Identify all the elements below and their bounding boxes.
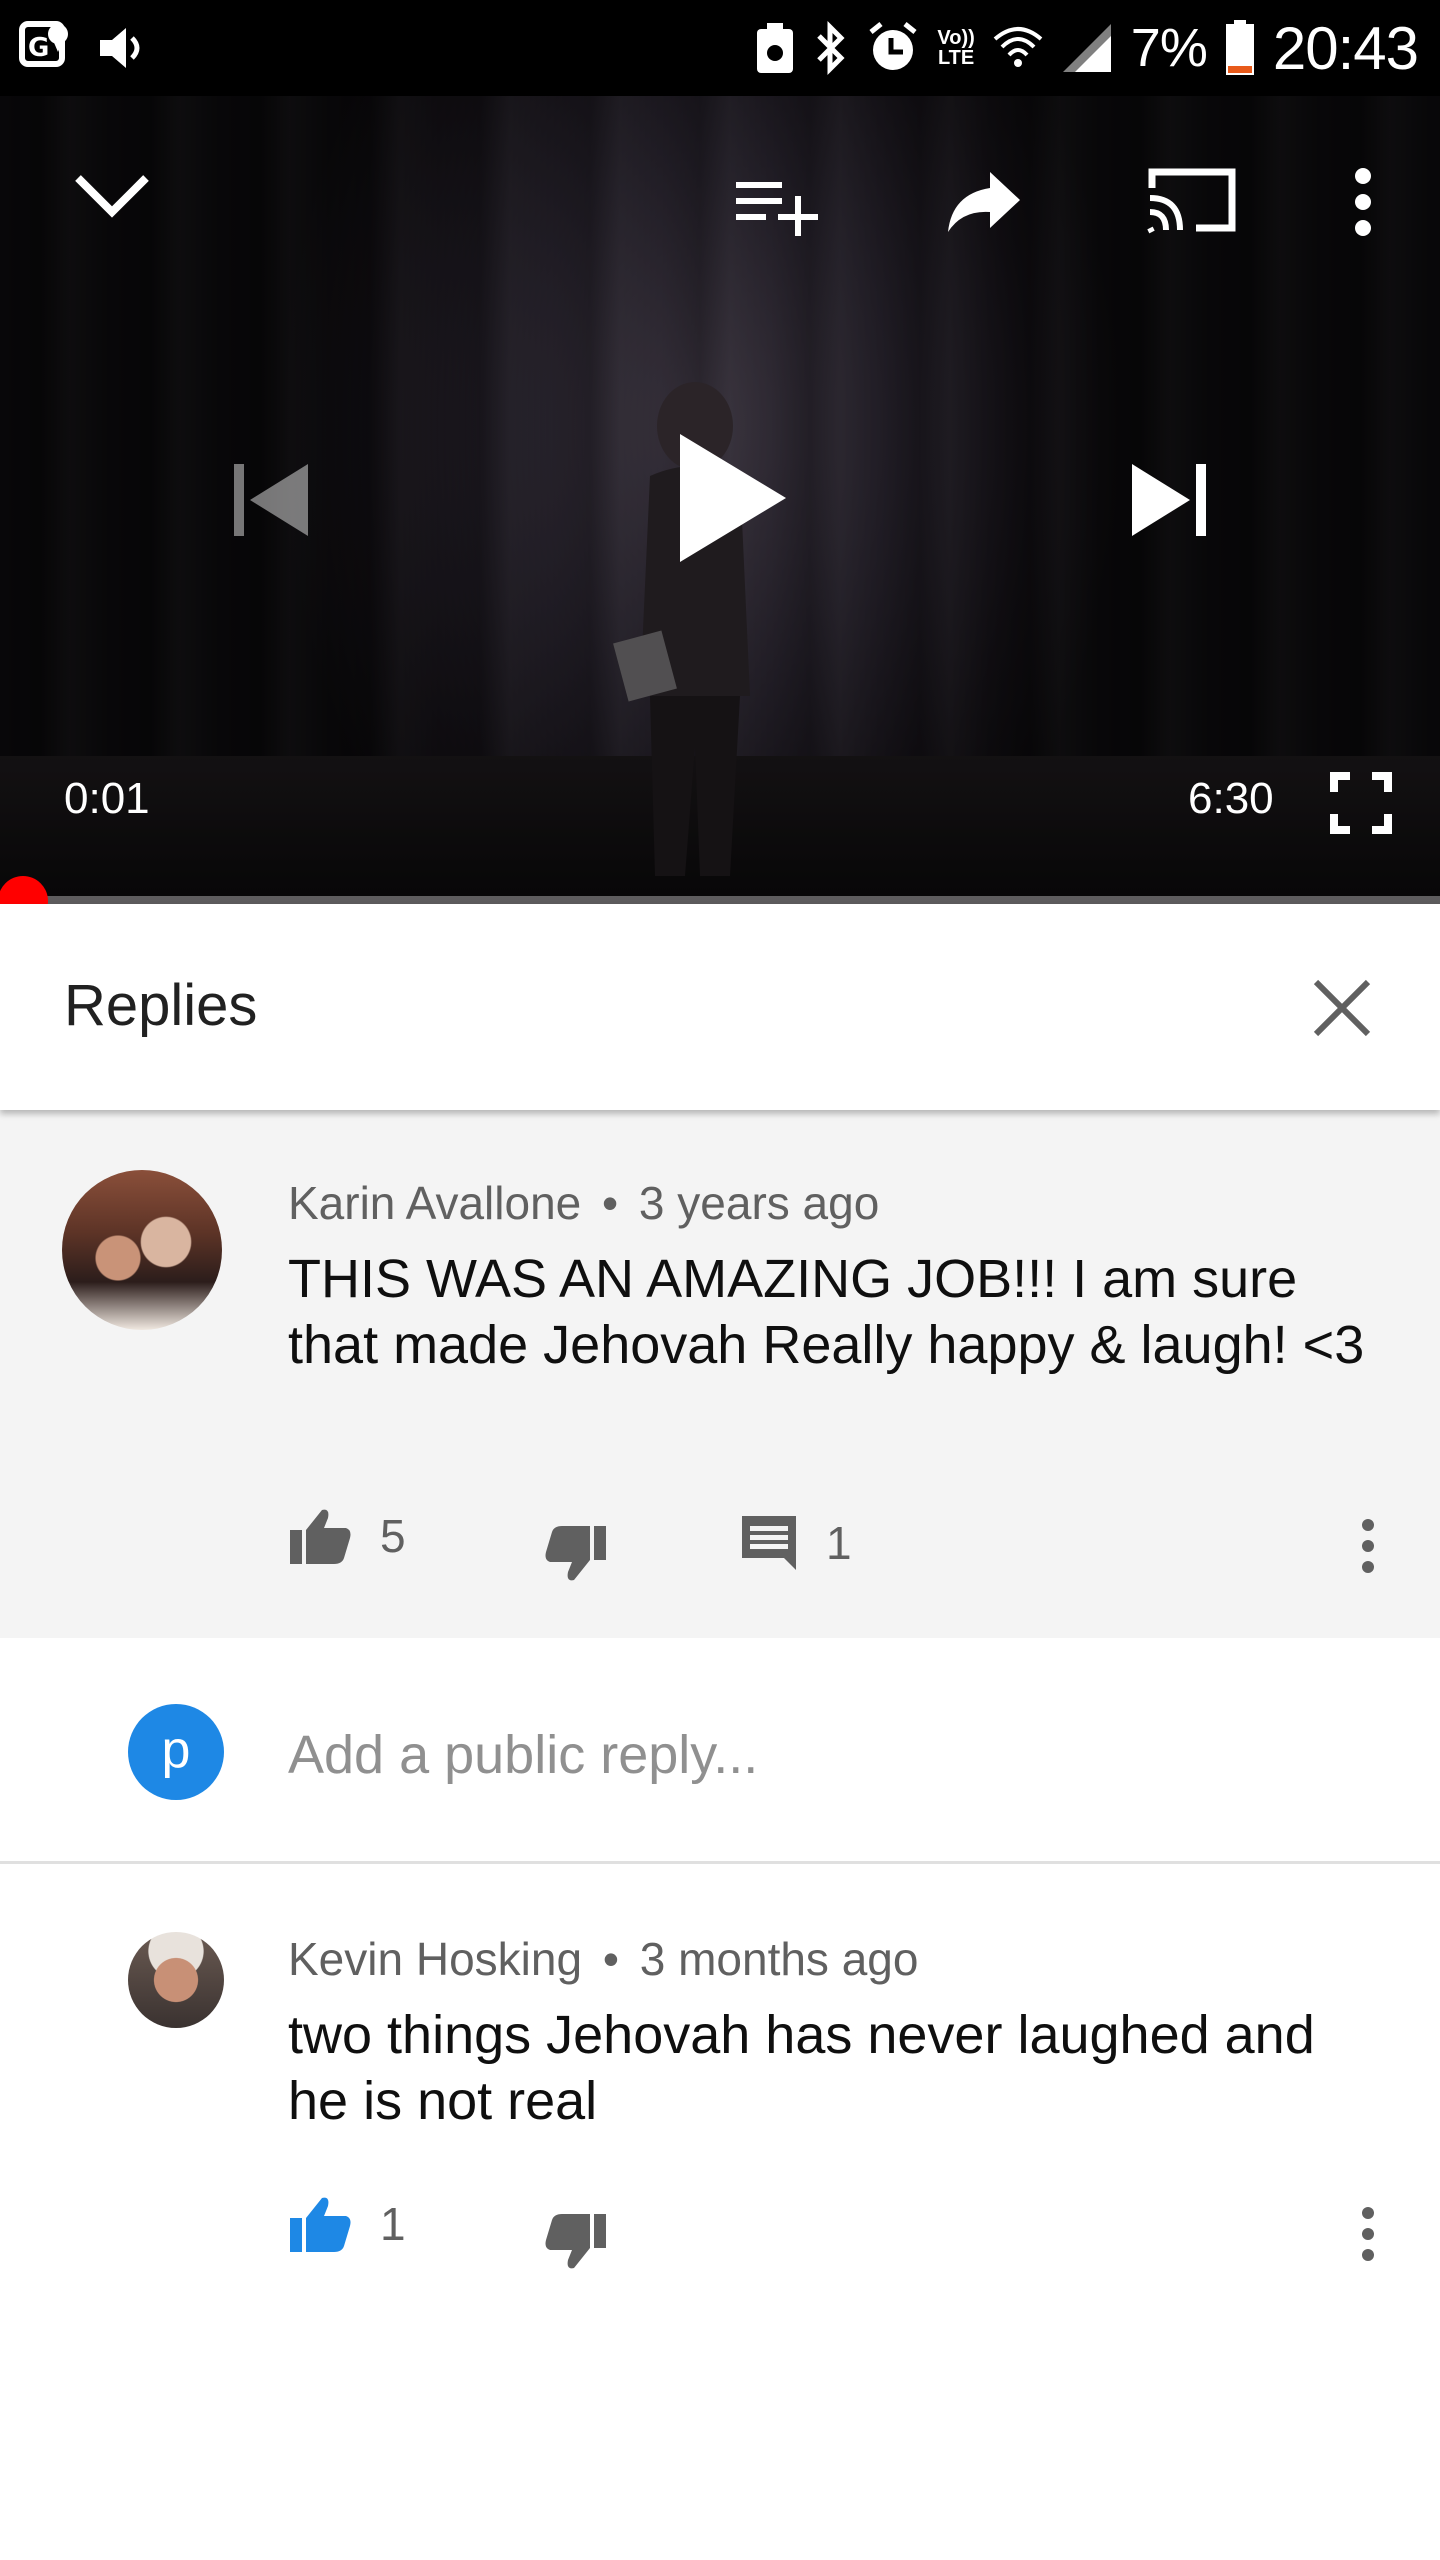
clock: 20:43 <box>1272 14 1419 82</box>
thumbs-down-icon[interactable] <box>544 2212 608 2272</box>
close-icon[interactable] <box>1310 976 1374 1040</box>
status-left-icons: G <box>18 20 148 76</box>
comment-text: THIS WAS AN AMAZING JOB!!! I am sure tha… <box>288 1249 1365 1375</box>
volte-label: Vo)) <box>937 27 975 49</box>
svg-text:G: G <box>28 33 49 63</box>
reply-comment: Kevin Hosking • 3 months ago two things … <box>0 1866 1440 2560</box>
signal-icon <box>1062 24 1111 72</box>
status-bar: G Vo)) LTE 7% 20:43 <box>0 0 1440 96</box>
bluetooth-icon <box>817 20 845 76</box>
lte-label: LTE <box>937 47 975 69</box>
wifi-icon <box>993 27 1043 67</box>
more-vert-icon[interactable] <box>1348 166 1378 238</box>
comment-meta: Karin Avallone • 3 years ago <box>288 1176 879 1230</box>
volte-icon: Vo)) LTE <box>937 28 974 68</box>
comment-icon[interactable] <box>740 1514 798 1572</box>
meta-separator: • <box>602 1177 619 1229</box>
reply-age: 3 months ago <box>639 1933 919 1985</box>
thumbs-down-icon[interactable] <box>544 1524 608 1584</box>
avatar[interactable] <box>128 1932 224 2028</box>
volume-icon <box>100 28 140 68</box>
reply-count: 1 <box>826 1517 852 1569</box>
alarm-icon <box>869 22 917 70</box>
reply-meta: Kevin Hosking • 3 months ago <box>288 1932 918 1986</box>
like-button[interactable]: 5 <box>288 1506 406 1566</box>
chevron-down-icon[interactable] <box>72 168 152 224</box>
comment-author[interactable]: Karin Avallone <box>288 1177 581 1229</box>
meta-separator: • <box>602 1933 619 1985</box>
add-reply-row: p <box>0 1638 1440 1864</box>
replies-title: Replies <box>64 973 258 1038</box>
add-to-queue-icon[interactable] <box>736 176 820 236</box>
like-count: 1 <box>380 2198 406 2250</box>
battery-icon <box>1225 20 1254 75</box>
gps-icon: G <box>19 21 68 67</box>
replies-header: Replies <box>0 904 1440 1110</box>
thumbs-up-icon[interactable] <box>288 2194 352 2254</box>
reply-text: two things Jehovah has never laughed and… <box>288 2005 1315 2131</box>
like-button[interactable]: 1 <box>288 2194 406 2254</box>
user-avatar[interactable]: p <box>128 1704 224 1800</box>
reply-input[interactable] <box>288 1720 1338 1790</box>
comment-more-icon[interactable] <box>1356 1518 1380 1574</box>
share-icon[interactable] <box>946 170 1022 234</box>
parent-comment: Karin Avallone • 3 years ago THIS WAS AN… <box>0 1110 1440 1638</box>
current-time: 0:01 <box>64 774 150 823</box>
avatar[interactable] <box>62 1170 222 1330</box>
like-count: 5 <box>380 1510 406 1562</box>
status-right-icons: Vo)) LTE 7% 20:43 <box>755 12 1419 84</box>
fullscreen-icon[interactable] <box>1330 772 1392 834</box>
video-player[interactable]: 0:01 6:30 <box>0 96 1440 904</box>
reply-button[interactable]: 1 <box>740 1514 852 1572</box>
skip-next-icon[interactable] <box>1128 462 1208 538</box>
app-notification-icon <box>757 23 794 73</box>
progress-track[interactable] <box>0 896 1440 904</box>
play-icon[interactable] <box>676 432 788 564</box>
battery-percent: 7% <box>1130 18 1208 78</box>
thumbs-up-icon[interactable] <box>288 1506 352 1566</box>
reply-more-icon[interactable] <box>1356 2206 1380 2262</box>
cast-icon[interactable] <box>1146 164 1238 236</box>
duration: 6:30 <box>1188 774 1274 823</box>
reply-author[interactable]: Kevin Hosking <box>288 1933 582 1985</box>
comment-age: 3 years ago <box>638 1177 880 1229</box>
skip-previous-icon[interactable] <box>232 462 312 538</box>
